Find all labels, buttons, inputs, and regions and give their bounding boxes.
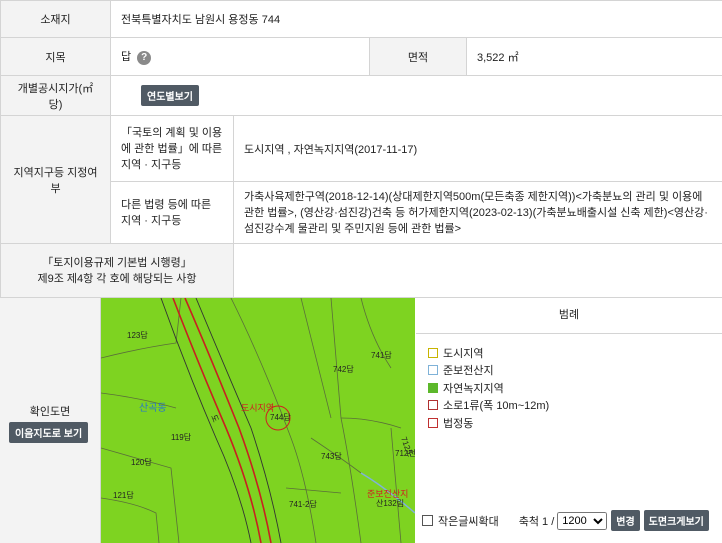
land-category-label: 지목 bbox=[0, 37, 111, 76]
land-category-value: 답 bbox=[121, 51, 132, 64]
location-value: 전북특별자치도 남원시 용정동 744 bbox=[109, 0, 722, 38]
decree-label-line1: 「토지이용규제 기본법 시행령」 bbox=[42, 256, 192, 269]
legend-item: 도시지역 bbox=[428, 344, 549, 362]
map-label-741: 741답 bbox=[371, 350, 392, 360]
change-scale-button[interactable]: 변경 bbox=[611, 510, 640, 531]
area-label: 면적 bbox=[369, 37, 467, 76]
map-label-road: 도 bbox=[209, 413, 220, 423]
map-label-121: 121답 bbox=[113, 490, 134, 500]
legend-label: 자연녹지지역 bbox=[443, 382, 504, 395]
map-label-123: 123답 bbox=[127, 330, 148, 340]
large-map-view-button[interactable]: 도면크게보기 bbox=[643, 510, 709, 531]
legend-item: 자연녹지지역 bbox=[428, 379, 549, 397]
small-text-enlarge-checkbox[interactable] bbox=[422, 515, 433, 526]
map-label-semi-reserve: 준보전산지 bbox=[367, 489, 408, 499]
legend-swatch bbox=[428, 382, 438, 393]
zoning-sub1-value: 도시지역 , 자연녹지지역(2017-11-17) bbox=[232, 115, 722, 182]
legend-swatch bbox=[428, 400, 438, 411]
official-price-label: 개별공시지가(㎡당) bbox=[0, 75, 111, 116]
map-label-744: 744답 bbox=[270, 412, 291, 422]
legend-title: 범례 bbox=[416, 298, 722, 334]
zoning-sub2-label: 다른 법령 등에 따른 지역 · 지구등 bbox=[110, 181, 234, 244]
map-label-132: 산132림 bbox=[376, 498, 404, 508]
map-label-119: 119답 bbox=[171, 432, 192, 442]
confirm-map-label: 확인도면 bbox=[29, 406, 71, 418]
decree-label: 「토지이용규제 기본법 시행령」 제9조 제4항 각 호에 해당되는 사항 bbox=[0, 243, 234, 298]
open-eum-map-button[interactable]: 이음지도로 보기 bbox=[9, 422, 89, 443]
land-info-table: 소재지 전북특별자치도 남원시 용정동 744 지목 답? 면적 3,522 ㎡… bbox=[0, 0, 722, 298]
location-label: 소재지 bbox=[0, 0, 111, 38]
scale-label: 축척 1 / bbox=[518, 515, 555, 528]
legend-label: 소로1류(폭 10m~12m) bbox=[443, 400, 550, 413]
parcel-map: 123답 742답 741답 744답 119답 120답 121답 743답 … bbox=[101, 298, 415, 543]
zoning-sub1-label: 「국토의 계획 및 이용에 관한 법률」에 따른 지역 · 지구등 bbox=[110, 115, 234, 182]
map-label-urban-area: 도시지역 bbox=[241, 403, 274, 413]
legend-item: 소로1류(폭 10m~12m) bbox=[428, 397, 549, 415]
legend-label: 준보전산지 bbox=[443, 365, 494, 378]
map-label-120: 120답 bbox=[131, 457, 152, 467]
map-footer: 작은글씨확대 축척 1 / 1200 변경 도면크게보기 bbox=[416, 510, 722, 531]
small-text-enlarge-label[interactable]: 작은글씨확대 bbox=[438, 513, 499, 529]
map-label-741-2: 741-2답 bbox=[289, 499, 317, 509]
map-label-sangokdong: 산곡동 bbox=[139, 402, 167, 414]
legend-list: 도시지역준보전산지자연녹지지역소로1류(폭 10m~12m) 법정동 bbox=[428, 344, 549, 432]
confirm-map-section: 확인도면 이음지도로 보기 123답 742답 741답 744답 119답 1… bbox=[0, 298, 722, 543]
legend-item: 준보전산지 bbox=[428, 362, 549, 380]
map-label-743: 743답 bbox=[321, 451, 342, 461]
decree-value bbox=[232, 243, 722, 298]
legend-label: 법정동 bbox=[443, 417, 474, 430]
legend-swatch bbox=[428, 347, 438, 358]
zoning-label: 지역지구등 지정여부 bbox=[0, 115, 111, 244]
help-icon[interactable]: ? bbox=[137, 50, 152, 65]
legend-label: 도시지역 bbox=[443, 347, 484, 360]
map-view[interactable]: 123답 742답 741답 744답 119답 120답 121답 743답 … bbox=[101, 298, 415, 543]
land-category-cell: 답? bbox=[110, 37, 370, 76]
area-value: 3,522 ㎡ bbox=[465, 37, 722, 76]
scale-select[interactable]: 1200 bbox=[557, 511, 608, 530]
map-label-742: 742답 bbox=[333, 364, 354, 374]
confirm-map-col: 확인도면 이음지도로 보기 bbox=[0, 298, 101, 543]
legend-item: 법정동 bbox=[428, 414, 549, 432]
legend-swatch bbox=[428, 365, 438, 376]
yearly-view-button[interactable]: 연도별보기 bbox=[141, 85, 199, 106]
decree-label-line2: 제9조 제4항 각 호에 해당되는 사항 bbox=[37, 272, 197, 285]
zoning-sub2-value: 가축사육제한구역(2018-12-14)(상대제한지역500m(모든축종 제한지… bbox=[232, 181, 722, 244]
legend-swatch bbox=[428, 417, 438, 428]
official-price-cell: 연도별보기 bbox=[109, 75, 722, 116]
